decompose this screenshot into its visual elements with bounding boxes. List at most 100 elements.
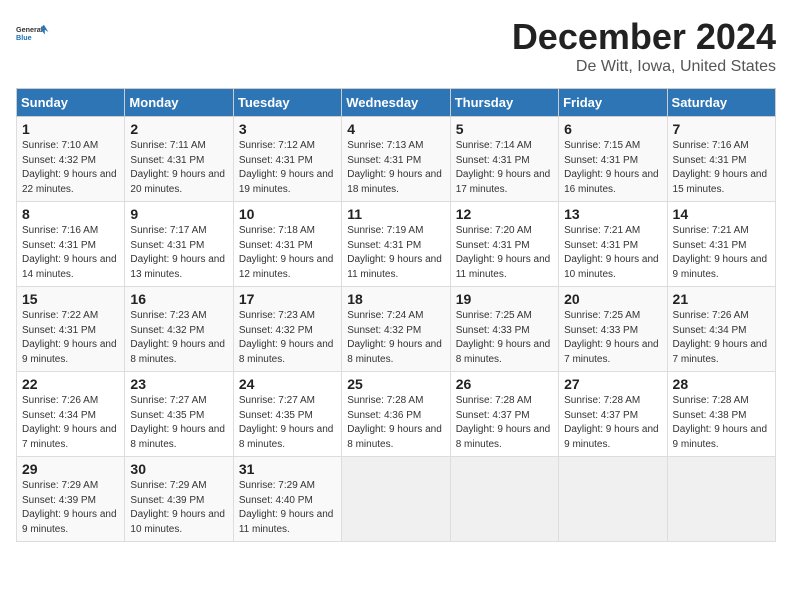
- calendar-week-row: 8 Sunrise: 7:16 AM Sunset: 4:31 PM Daylig…: [17, 202, 776, 287]
- day-number: 10: [239, 206, 336, 222]
- day-info: Sunrise: 7:28 AM Sunset: 4:37 PM Dayligh…: [564, 394, 661, 452]
- table-row: 25Sunrise: 7:28 AM Sunset: 4:36 PM Dayli…: [342, 372, 450, 457]
- table-row: 10 Sunrise: 7:18 AM Sunset: 4:31 PM Dayli…: [233, 202, 341, 287]
- day-info: Sunrise: 7:10 AM Sunset: 4:32 PM Dayligh…: [22, 139, 119, 197]
- day-number: 14: [673, 206, 770, 222]
- svg-text:Blue: Blue: [16, 33, 32, 42]
- table-row: 4 Sunrise: 7:13 AM Sunset: 4:31 PM Daylig…: [342, 117, 450, 202]
- day-number: 8: [22, 206, 119, 222]
- col-friday: Friday: [559, 89, 667, 117]
- table-row: 16 Sunrise: 7:23 AM Sunset: 4:32 PM Dayli…: [125, 287, 233, 372]
- table-row: 15 Sunrise: 7:22 AM Sunset: 4:31 PM Dayli…: [17, 287, 125, 372]
- table-row: 17 Sunrise: 7:23 AM Sunset: 4:32 PM Dayli…: [233, 287, 341, 372]
- table-row: 13 Sunrise: 7:21 AM Sunset: 4:31 PM Dayli…: [559, 202, 667, 287]
- day-info: Sunrise: 7:28 AM Sunset: 4:38 PM Dayligh…: [673, 394, 770, 452]
- table-row: 23Sunrise: 7:27 AM Sunset: 4:35 PM Dayli…: [125, 372, 233, 457]
- day-info: Sunrise: 7:23 AM Sunset: 4:32 PM Dayligh…: [130, 309, 227, 367]
- table-row: 8 Sunrise: 7:16 AM Sunset: 4:31 PM Daylig…: [17, 202, 125, 287]
- logo-icon: GeneralBlue: [16, 16, 52, 52]
- table-row: 22 Sunrise: 7:26 AM Sunset: 4:34 PM Dayli…: [17, 372, 125, 457]
- day-info: Sunrise: 7:16 AM Sunset: 4:31 PM Dayligh…: [22, 224, 119, 282]
- calendar-header-row: Sunday Monday Tuesday Wednesday Thursday…: [17, 89, 776, 117]
- col-thursday: Thursday: [450, 89, 558, 117]
- table-row: 14 Sunrise: 7:21 AM Sunset: 4:31 PM Dayli…: [667, 202, 775, 287]
- day-info: Sunrise: 7:28 AM Sunset: 4:36 PM Dayligh…: [347, 394, 444, 452]
- day-number: 1: [22, 121, 119, 137]
- table-row: 26Sunrise: 7:28 AM Sunset: 4:37 PM Dayli…: [450, 372, 558, 457]
- day-number: 30: [130, 461, 227, 477]
- day-number: 23: [130, 376, 227, 392]
- day-info: Sunrise: 7:16 AM Sunset: 4:31 PM Dayligh…: [673, 139, 770, 197]
- svg-text:General: General: [16, 25, 43, 34]
- page-subtitle: De Witt, Iowa, United States: [512, 58, 776, 76]
- day-number: 4: [347, 121, 444, 137]
- calendar-week-row: 1 Sunrise: 7:10 AM Sunset: 4:32 PM Daylig…: [17, 117, 776, 202]
- table-row: [559, 457, 667, 542]
- table-row: [342, 457, 450, 542]
- day-info: Sunrise: 7:29 AM Sunset: 4:40 PM Dayligh…: [239, 479, 336, 537]
- page-title: December 2024: [512, 16, 776, 58]
- table-row: 24 Sunrise: 7:27 AM Sunset: 4:35 PM Dayli…: [233, 372, 341, 457]
- title-area: December 2024 De Witt, Iowa, United Stat…: [512, 16, 776, 76]
- day-number: 15: [22, 291, 119, 307]
- day-info: Sunrise: 7:21 AM Sunset: 4:31 PM Dayligh…: [564, 224, 661, 282]
- table-row: 3Sunrise: 7:12 AM Sunset: 4:31 PM Daylig…: [233, 117, 341, 202]
- day-info: Sunrise: 7:21 AM Sunset: 4:31 PM Dayligh…: [673, 224, 770, 282]
- calendar-table: Sunday Monday Tuesday Wednesday Thursday…: [16, 88, 776, 542]
- day-info: Sunrise: 7:18 AM Sunset: 4:31 PM Dayligh…: [239, 224, 336, 282]
- table-row: 11 Sunrise: 7:19 AM Sunset: 4:31 PM Dayli…: [342, 202, 450, 287]
- day-info: Sunrise: 7:25 AM Sunset: 4:33 PM Dayligh…: [456, 309, 553, 367]
- table-row: 28 Sunrise: 7:28 AM Sunset: 4:38 PM Dayli…: [667, 372, 775, 457]
- calendar-week-row: 29 Sunrise: 7:29 AM Sunset: 4:39 PM Dayli…: [17, 457, 776, 542]
- day-info: Sunrise: 7:28 AM Sunset: 4:37 PM Dayligh…: [456, 394, 553, 452]
- day-number: 5: [456, 121, 553, 137]
- calendar-week-row: 15 Sunrise: 7:22 AM Sunset: 4:31 PM Dayli…: [17, 287, 776, 372]
- day-number: 11: [347, 206, 444, 222]
- table-row: 1 Sunrise: 7:10 AM Sunset: 4:32 PM Daylig…: [17, 117, 125, 202]
- table-row: 6Sunrise: 7:15 AM Sunset: 4:31 PM Daylig…: [559, 117, 667, 202]
- col-monday: Monday: [125, 89, 233, 117]
- day-number: 17: [239, 291, 336, 307]
- day-info: Sunrise: 7:22 AM Sunset: 4:31 PM Dayligh…: [22, 309, 119, 367]
- day-number: 21: [673, 291, 770, 307]
- day-info: Sunrise: 7:26 AM Sunset: 4:34 PM Dayligh…: [673, 309, 770, 367]
- day-number: 22: [22, 376, 119, 392]
- table-row: 2Sunrise: 7:11 AM Sunset: 4:31 PM Daylig…: [125, 117, 233, 202]
- day-info: Sunrise: 7:17 AM Sunset: 4:31 PM Dayligh…: [130, 224, 227, 282]
- day-info: Sunrise: 7:20 AM Sunset: 4:31 PM Dayligh…: [456, 224, 553, 282]
- col-sunday: Sunday: [17, 89, 125, 117]
- day-number: 31: [239, 461, 336, 477]
- day-info: Sunrise: 7:25 AM Sunset: 4:33 PM Dayligh…: [564, 309, 661, 367]
- day-info: Sunrise: 7:12 AM Sunset: 4:31 PM Dayligh…: [239, 139, 336, 197]
- col-tuesday: Tuesday: [233, 89, 341, 117]
- table-row: 18Sunrise: 7:24 AM Sunset: 4:32 PM Dayli…: [342, 287, 450, 372]
- day-number: 18: [347, 291, 444, 307]
- table-row: 20 Sunrise: 7:25 AM Sunset: 4:33 PM Dayli…: [559, 287, 667, 372]
- col-wednesday: Wednesday: [342, 89, 450, 117]
- day-number: 13: [564, 206, 661, 222]
- day-number: 29: [22, 461, 119, 477]
- table-row: 9Sunrise: 7:17 AM Sunset: 4:31 PM Daylig…: [125, 202, 233, 287]
- day-info: Sunrise: 7:23 AM Sunset: 4:32 PM Dayligh…: [239, 309, 336, 367]
- table-row: [450, 457, 558, 542]
- table-row: [667, 457, 775, 542]
- logo: GeneralBlue: [16, 16, 52, 52]
- table-row: 19 Sunrise: 7:25 AM Sunset: 4:33 PM Dayli…: [450, 287, 558, 372]
- day-number: 20: [564, 291, 661, 307]
- day-number: 19: [456, 291, 553, 307]
- day-info: Sunrise: 7:13 AM Sunset: 4:31 PM Dayligh…: [347, 139, 444, 197]
- day-info: Sunrise: 7:19 AM Sunset: 4:31 PM Dayligh…: [347, 224, 444, 282]
- day-info: Sunrise: 7:26 AM Sunset: 4:34 PM Dayligh…: [22, 394, 119, 452]
- day-number: 28: [673, 376, 770, 392]
- day-number: 27: [564, 376, 661, 392]
- day-number: 16: [130, 291, 227, 307]
- day-info: Sunrise: 7:29 AM Sunset: 4:39 PM Dayligh…: [130, 479, 227, 537]
- day-info: Sunrise: 7:27 AM Sunset: 4:35 PM Dayligh…: [239, 394, 336, 452]
- day-number: 24: [239, 376, 336, 392]
- day-number: 2: [130, 121, 227, 137]
- table-row: 31 Sunrise: 7:29 AM Sunset: 4:40 PM Dayli…: [233, 457, 341, 542]
- col-saturday: Saturday: [667, 89, 775, 117]
- day-info: Sunrise: 7:14 AM Sunset: 4:31 PM Dayligh…: [456, 139, 553, 197]
- table-row: 30 Sunrise: 7:29 AM Sunset: 4:39 PM Dayli…: [125, 457, 233, 542]
- table-row: 7Sunrise: 7:16 AM Sunset: 4:31 PM Daylig…: [667, 117, 775, 202]
